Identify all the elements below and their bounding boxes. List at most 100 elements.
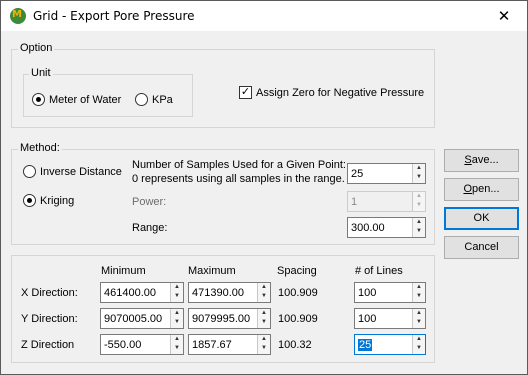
x-spacing-value: 100.909 bbox=[278, 287, 318, 299]
meter-of-water-radio-dot bbox=[32, 93, 45, 106]
z-minimum-spinner[interactable]: -550.00 ▲ ▼ bbox=[100, 334, 184, 355]
cancel-button[interactable]: Cancel bbox=[444, 236, 519, 259]
miner-app-icon bbox=[10, 8, 26, 24]
spin-down-icon[interactable]: ▼ bbox=[413, 173, 425, 182]
save-label-post: ave... bbox=[471, 154, 499, 166]
y-spacing-value: 100.909 bbox=[278, 313, 318, 325]
spin-down-icon[interactable]: ▼ bbox=[171, 318, 183, 327]
unit-group-label: Unit bbox=[29, 67, 53, 79]
z-lines-value: 25 bbox=[358, 339, 373, 351]
inverse-distance-label: Inverse Distance bbox=[40, 165, 122, 178]
header-maximum: Maximum bbox=[188, 265, 236, 277]
spin-up-icon[interactable]: ▲ bbox=[258, 283, 270, 292]
kriging-label: Kriging bbox=[40, 194, 75, 207]
ok-button[interactable]: OK bbox=[444, 207, 519, 230]
spin-down-icon[interactable]: ▼ bbox=[413, 344, 425, 353]
open-button[interactable]: Open... bbox=[444, 178, 519, 201]
close-button[interactable]: ✕ bbox=[481, 1, 527, 31]
spin-down-icon[interactable]: ▼ bbox=[258, 292, 270, 301]
spin-up-icon[interactable]: ▲ bbox=[413, 335, 425, 344]
save-button[interactable]: Save... bbox=[444, 149, 519, 172]
window-title: Grid - Export Pore Pressure bbox=[33, 9, 195, 23]
assign-zero-label: Assign Zero for Negative Pressure bbox=[256, 86, 425, 99]
x-maximum-value: 471390.00 bbox=[192, 287, 244, 299]
spin-down-icon[interactable]: ▼ bbox=[413, 227, 425, 236]
y-maximum-value: 9079995.00 bbox=[192, 313, 251, 325]
x-maximum-arrows[interactable]: ▲ ▼ bbox=[257, 283, 270, 302]
spin-down-icon[interactable]: ▼ bbox=[413, 201, 425, 210]
option-group-label: Option bbox=[18, 42, 55, 54]
samples-spin-arrows[interactable]: ▲ ▼ bbox=[412, 164, 425, 183]
samples-label-line1: Number of Samples Used for a Given Point… bbox=[132, 159, 346, 171]
z-spacing-value: 100.32 bbox=[278, 339, 312, 351]
z-lines-spinner[interactable]: 25 ▲ ▼ bbox=[354, 334, 426, 355]
z-maximum-value: 1857.67 bbox=[192, 339, 232, 351]
z-maximum-arrows[interactable]: ▲ ▼ bbox=[257, 335, 270, 354]
y-lines-spinner[interactable]: 100 ▲ ▼ bbox=[354, 308, 426, 329]
spin-up-icon[interactable]: ▲ bbox=[258, 335, 270, 344]
open-label-post: pen... bbox=[472, 183, 500, 195]
meter-of-water-radio[interactable]: Meter of Water bbox=[32, 93, 121, 106]
inverse-distance-radio-dot bbox=[23, 165, 36, 178]
spin-up-icon[interactable]: ▲ bbox=[171, 335, 183, 344]
z-direction-label: Z Direction bbox=[21, 339, 75, 351]
spin-down-icon[interactable]: ▼ bbox=[258, 344, 270, 353]
power-spin-arrows[interactable]: ▲ ▼ bbox=[412, 192, 425, 211]
title-bar[interactable]: Grid - Export Pore Pressure ✕ bbox=[1, 1, 527, 31]
spin-up-icon[interactable]: ▲ bbox=[171, 309, 183, 318]
x-maximum-spinner[interactable]: 471390.00 ▲ ▼ bbox=[188, 282, 271, 303]
samples-spinner[interactable]: 25 ▲ ▼ bbox=[347, 163, 426, 184]
spin-up-icon[interactable]: ▲ bbox=[413, 283, 425, 292]
range-spin-arrows[interactable]: ▲ ▼ bbox=[412, 218, 425, 237]
inverse-distance-radio[interactable]: Inverse Distance bbox=[23, 165, 122, 178]
kriging-radio-dot bbox=[23, 194, 36, 207]
samples-label-line2: 0 represents using all samples in the ra… bbox=[132, 173, 345, 185]
samples-value: 25 bbox=[351, 168, 364, 180]
spin-up-icon[interactable]: ▲ bbox=[258, 309, 270, 318]
spin-up-icon[interactable]: ▲ bbox=[413, 192, 425, 201]
z-lines-arrows[interactable]: ▲ ▼ bbox=[412, 335, 425, 354]
kriging-radio[interactable]: Kriging bbox=[23, 194, 74, 207]
meter-of-water-label: Meter of Water bbox=[49, 93, 122, 106]
x-minimum-arrows[interactable]: ▲ ▼ bbox=[170, 283, 183, 302]
x-minimum-value: 461400.00 bbox=[104, 287, 156, 299]
y-maximum-spinner[interactable]: 9079995.00 ▲ ▼ bbox=[188, 308, 271, 329]
header-lines: # of Lines bbox=[355, 265, 403, 277]
y-lines-arrows[interactable]: ▲ ▼ bbox=[412, 309, 425, 328]
header-spacing: Spacing bbox=[277, 265, 317, 277]
spin-up-icon[interactable]: ▲ bbox=[413, 164, 425, 173]
range-value: 300.00 bbox=[351, 222, 385, 234]
y-direction-label: Y Direction: bbox=[21, 313, 78, 325]
spin-down-icon[interactable]: ▼ bbox=[171, 292, 183, 301]
assign-zero-checkbox[interactable]: ✓ Assign Zero for Negative Pressure bbox=[239, 86, 424, 99]
power-label: Power: bbox=[132, 196, 167, 208]
z-minimum-arrows[interactable]: ▲ ▼ bbox=[170, 335, 183, 354]
x-direction-label: X Direction: bbox=[21, 287, 78, 299]
y-minimum-value: 9070005.00 bbox=[104, 313, 163, 325]
y-maximum-arrows[interactable]: ▲ ▼ bbox=[257, 309, 270, 328]
y-minimum-arrows[interactable]: ▲ ▼ bbox=[170, 309, 183, 328]
range-label: Range: bbox=[132, 222, 168, 234]
y-minimum-spinner[interactable]: 9070005.00 ▲ ▼ bbox=[100, 308, 184, 329]
save-mnemonic: S bbox=[464, 154, 472, 166]
checkmark-icon: ✓ bbox=[239, 86, 252, 99]
y-lines-value: 100 bbox=[358, 313, 377, 325]
spin-down-icon[interactable]: ▼ bbox=[258, 318, 270, 327]
spin-up-icon[interactable]: ▲ bbox=[171, 283, 183, 292]
spin-down-icon[interactable]: ▼ bbox=[413, 292, 425, 301]
spin-down-icon[interactable]: ▼ bbox=[171, 344, 183, 353]
x-minimum-spinner[interactable]: 461400.00 ▲ ▼ bbox=[100, 282, 184, 303]
z-minimum-value: -550.00 bbox=[104, 339, 142, 351]
x-lines-arrows[interactable]: ▲ ▼ bbox=[412, 283, 425, 302]
power-value: 1 bbox=[351, 196, 358, 208]
spin-down-icon[interactable]: ▼ bbox=[413, 318, 425, 327]
power-spinner[interactable]: 1 ▲ ▼ bbox=[347, 191, 426, 212]
spin-up-icon[interactable]: ▲ bbox=[413, 309, 425, 318]
spin-up-icon[interactable]: ▲ bbox=[413, 218, 425, 227]
header-minimum: Minimum bbox=[101, 265, 146, 277]
x-lines-spinner[interactable]: 100 ▲ ▼ bbox=[354, 282, 426, 303]
range-spinner[interactable]: 300.00 ▲ ▼ bbox=[347, 217, 426, 238]
z-maximum-spinner[interactable]: 1857.67 ▲ ▼ bbox=[188, 334, 271, 355]
open-mnemonic: O bbox=[463, 183, 473, 195]
kpa-radio[interactable]: KPa bbox=[135, 93, 173, 106]
